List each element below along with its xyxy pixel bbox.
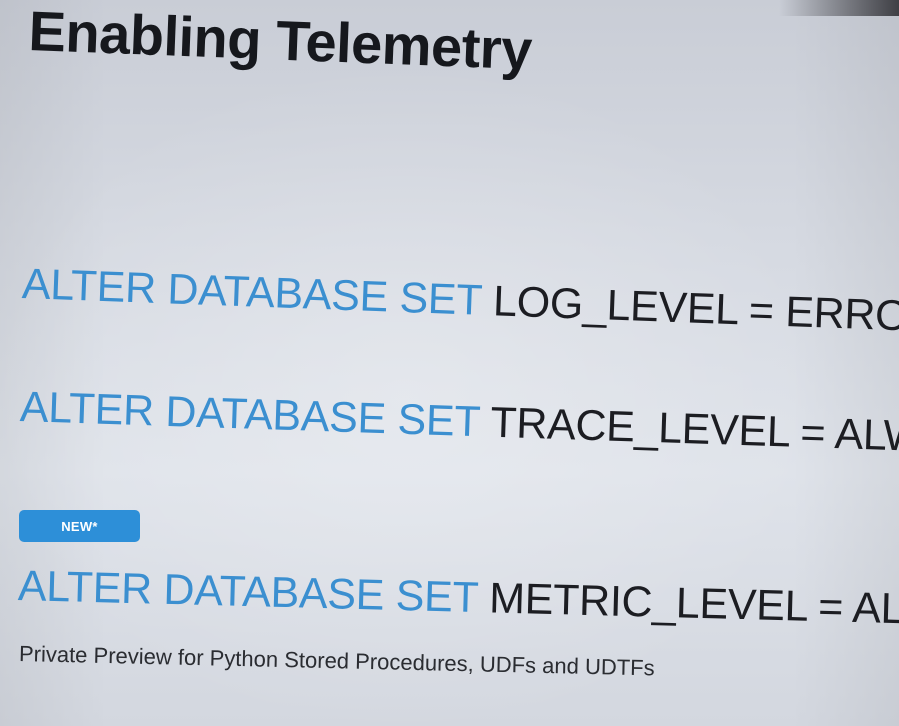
preview-note: Private Preview for Python Stored Proced… [18, 641, 655, 681]
slide-screen: { "slide": { "title": "Enabling Telemetr… [0, 0, 899, 726]
sql-keyword: ALTER DATABASE SET [19, 383, 481, 447]
slide-title: Enabling Telemetry [27, 0, 534, 82]
new-badge: NEW* [19, 510, 140, 542]
sql-argument: METRIC_LEVEL = ALL; [477, 574, 899, 635]
trace-level-statement: ALTER DATABASE SET TRACE_LEVEL = ALWAYS [19, 383, 899, 465]
metric-level-statement: ALTER DATABASE SET METRIC_LEVEL = ALL; [17, 562, 899, 635]
sql-keyword: ALTER DATABASE SET [17, 562, 479, 623]
log-level-statement: ALTER DATABASE SET LOG_LEVEL = ERROR; [21, 260, 899, 343]
screen-edge-shadow [779, 0, 899, 16]
sql-argument: LOG_LEVEL = ERROR; [492, 277, 899, 343]
sql-argument: TRACE_LEVEL = ALWAYS [489, 398, 899, 464]
sql-keyword: ALTER DATABASE SET [21, 260, 483, 325]
